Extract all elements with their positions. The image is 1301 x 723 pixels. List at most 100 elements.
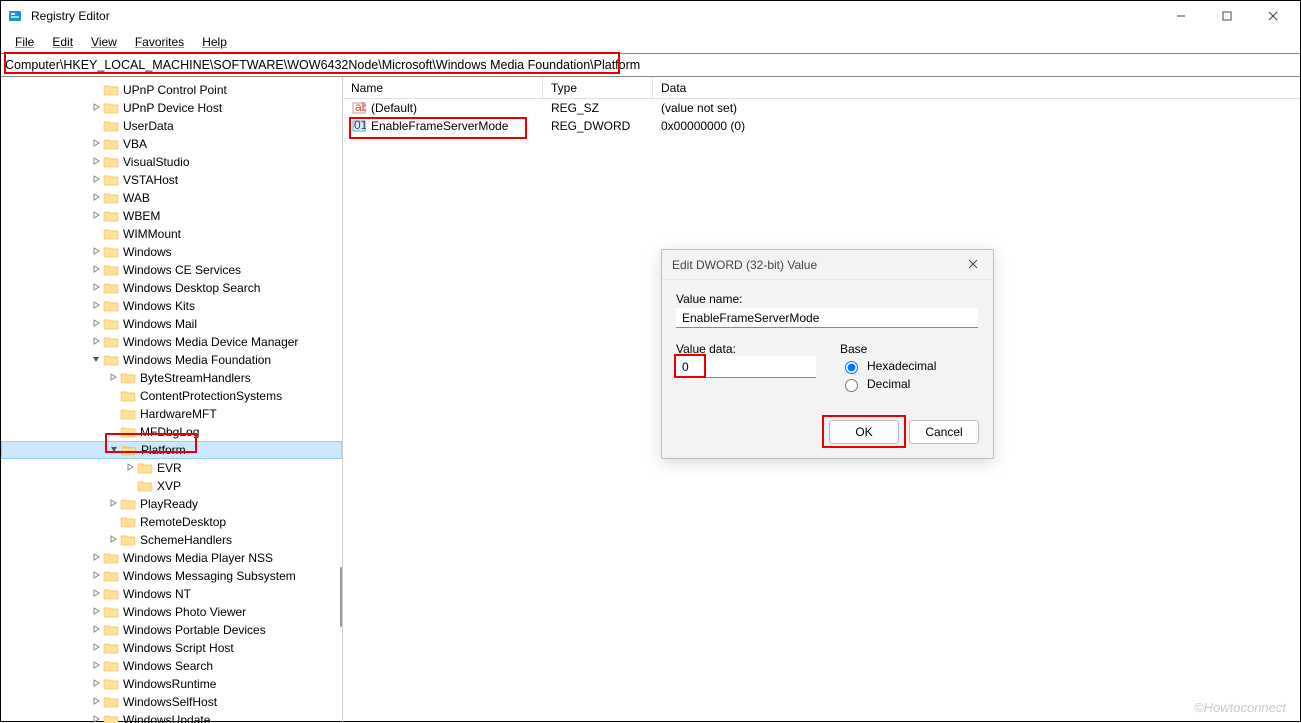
value-name-field[interactable]: [676, 308, 978, 328]
tree-node[interactable]: UPnP Device Host: [1, 99, 342, 117]
expander-icon[interactable]: [89, 193, 103, 203]
column-name[interactable]: Name: [343, 77, 543, 98]
expander-icon[interactable]: [89, 157, 103, 167]
tree-node[interactable]: Windows Desktop Search: [1, 279, 342, 297]
dialog-titlebar[interactable]: Edit DWORD (32-bit) Value: [662, 250, 993, 280]
tree-node[interactable]: RemoteDesktop: [1, 513, 342, 531]
value-data-field[interactable]: [676, 356, 816, 378]
tree-node[interactable]: Windows: [1, 243, 342, 261]
tree-node[interactable]: HardwareMFT: [1, 405, 342, 423]
tree-node[interactable]: VBA: [1, 135, 342, 153]
tree-node[interactable]: WAB: [1, 189, 342, 207]
menu-view[interactable]: View: [83, 33, 125, 51]
tree-node-label: ContentProtectionSystems: [140, 389, 282, 403]
address-bar[interactable]: [1, 54, 1300, 76]
menu-favorites[interactable]: Favorites: [127, 33, 192, 51]
expander-icon[interactable]: [106, 535, 120, 545]
menu-file[interactable]: File: [7, 33, 42, 51]
tree-node-label: WindowsRuntime: [123, 677, 216, 691]
expander-icon[interactable]: [89, 247, 103, 257]
value-row[interactable]: 011EnableFrameServerModeREG_DWORD0x00000…: [343, 117, 1300, 135]
tree-node[interactable]: Windows Photo Viewer: [1, 603, 342, 621]
minimize-button[interactable]: [1158, 1, 1204, 31]
menu-help[interactable]: Help: [194, 33, 235, 51]
expander-icon[interactable]: [89, 625, 103, 635]
expander-icon[interactable]: [106, 499, 120, 509]
expander-icon[interactable]: [89, 661, 103, 671]
radio-hexadecimal[interactable]: Hexadecimal: [840, 358, 979, 374]
tree-node[interactable]: Windows Kits: [1, 297, 342, 315]
tree-node[interactable]: Windows Portable Devices: [1, 621, 342, 639]
tree-node[interactable]: UPnP Control Point: [1, 81, 342, 99]
radio-dec-input[interactable]: [845, 379, 858, 392]
maximize-button[interactable]: [1204, 1, 1250, 31]
tree-node[interactable]: Platform: [1, 441, 342, 459]
expander-icon[interactable]: [89, 697, 103, 707]
tree-node[interactable]: Windows Media Device Manager: [1, 333, 342, 351]
tree-node[interactable]: PlayReady: [1, 495, 342, 513]
expander-icon[interactable]: [123, 463, 137, 473]
column-type[interactable]: Type: [543, 77, 653, 98]
tree-node[interactable]: WBEM: [1, 207, 342, 225]
radio-decimal[interactable]: Decimal: [840, 376, 979, 392]
expander-icon[interactable]: [89, 643, 103, 653]
expander-icon[interactable]: [89, 355, 103, 365]
expander-icon[interactable]: [107, 445, 121, 455]
tree-node[interactable]: ByteStreamHandlers: [1, 369, 342, 387]
tree-node[interactable]: Windows Search: [1, 657, 342, 675]
tree-node[interactable]: WindowsUpdate: [1, 711, 342, 723]
folder-icon: [103, 263, 119, 277]
tree-node[interactable]: WindowsRuntime: [1, 675, 342, 693]
cancel-button[interactable]: Cancel: [909, 420, 979, 444]
expander-icon[interactable]: [89, 283, 103, 293]
menu-bar: File Edit View Favorites Help: [1, 31, 1300, 53]
tree-node-label: Windows Photo Viewer: [123, 605, 246, 619]
values-list[interactable]: ab(Default)REG_SZ(value not set)011Enabl…: [343, 99, 1300, 135]
close-button[interactable]: [1250, 1, 1296, 31]
expander-icon[interactable]: [89, 211, 103, 221]
expander-icon[interactable]: [89, 553, 103, 563]
tree-node[interactable]: Windows CE Services: [1, 261, 342, 279]
tree-node[interactable]: SchemeHandlers: [1, 531, 342, 549]
tree-node[interactable]: Windows Mail: [1, 315, 342, 333]
expander-icon[interactable]: [89, 337, 103, 347]
tree-node[interactable]: Windows Media Player NSS: [1, 549, 342, 567]
expander-icon[interactable]: [89, 265, 103, 275]
expander-icon[interactable]: [89, 607, 103, 617]
expander-icon[interactable]: [89, 319, 103, 329]
column-data[interactable]: Data: [653, 77, 1300, 98]
tree-scrollbar[interactable]: [340, 567, 342, 627]
tree-node[interactable]: VisualStudio: [1, 153, 342, 171]
tree-node[interactable]: Windows Messaging Subsystem: [1, 567, 342, 585]
tree-node[interactable]: ContentProtectionSystems: [1, 387, 342, 405]
value-row[interactable]: ab(Default)REG_SZ(value not set): [343, 99, 1300, 117]
value-type: REG_SZ: [543, 101, 653, 115]
menu-edit[interactable]: Edit: [44, 33, 81, 51]
tree-node[interactable]: Windows NT: [1, 585, 342, 603]
expander-icon[interactable]: [89, 175, 103, 185]
dialog-close-button[interactable]: [963, 258, 983, 272]
tree-node[interactable]: Windows Script Host: [1, 639, 342, 657]
tree-node[interactable]: MFDbgLog: [1, 423, 342, 441]
tree-node-label: WBEM: [123, 209, 160, 223]
tree-node[interactable]: VSTAHost: [1, 171, 342, 189]
tree-node[interactable]: XVP: [1, 477, 342, 495]
tree-node[interactable]: WindowsSelfHost: [1, 693, 342, 711]
expander-icon[interactable]: [89, 301, 103, 311]
tree-node-label: VSTAHost: [123, 173, 178, 187]
ok-button[interactable]: OK: [829, 420, 899, 444]
expander-icon[interactable]: [89, 571, 103, 581]
tree-node[interactable]: UserData: [1, 117, 342, 135]
registry-tree[interactable]: UPnP Control PointUPnP Device HostUserDa…: [1, 77, 342, 723]
tree-node-label: Windows Messaging Subsystem: [123, 569, 296, 583]
expander-icon[interactable]: [106, 373, 120, 383]
tree-node[interactable]: EVR: [1, 459, 342, 477]
expander-icon[interactable]: [89, 589, 103, 599]
expander-icon[interactable]: [89, 103, 103, 113]
expander-icon[interactable]: [89, 139, 103, 149]
tree-node[interactable]: WIMMount: [1, 225, 342, 243]
tree-pane[interactable]: UPnP Control PointUPnP Device HostUserDa…: [1, 77, 343, 723]
tree-node[interactable]: Windows Media Foundation: [1, 351, 342, 369]
expander-icon[interactable]: [89, 679, 103, 689]
radio-hex-input[interactable]: [845, 361, 858, 374]
